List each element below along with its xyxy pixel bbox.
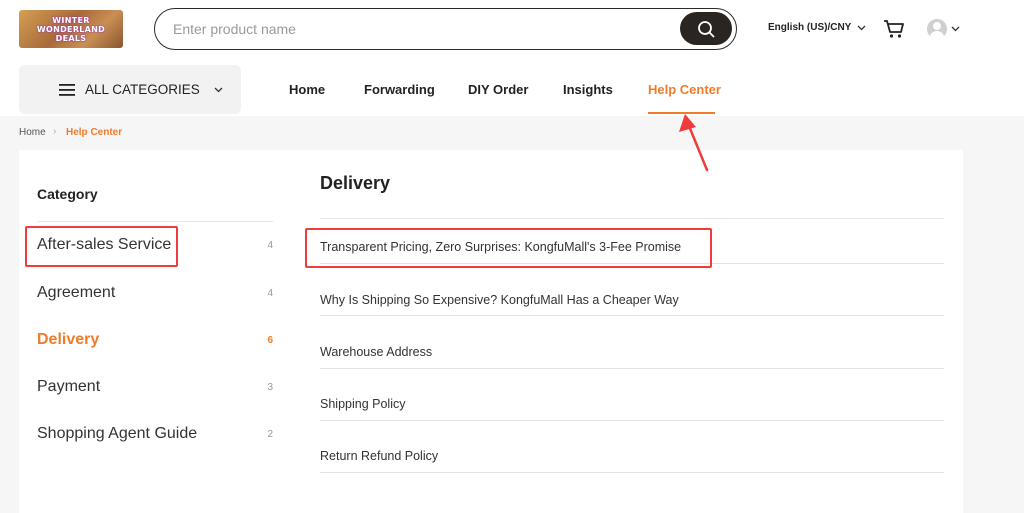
site-logo[interactable]: WINTER WONDERLAND DEALS bbox=[19, 10, 123, 48]
article-divider bbox=[320, 218, 944, 219]
article-divider bbox=[320, 315, 944, 316]
search-input[interactable] bbox=[173, 21, 736, 37]
article-divider bbox=[320, 420, 944, 421]
all-categories-label: ALL CATEGORIES bbox=[85, 82, 200, 97]
search-button[interactable] bbox=[680, 12, 732, 45]
category-item-after-sales-service[interactable]: After-sales Service bbox=[37, 236, 171, 254]
article-divider bbox=[320, 263, 944, 264]
category-count: 6 bbox=[267, 335, 273, 346]
breadcrumb-separator: › bbox=[53, 126, 57, 137]
language-selector[interactable]: English (US)/CNY bbox=[768, 22, 866, 33]
category-count: 2 bbox=[267, 429, 273, 440]
avatar-icon bbox=[927, 19, 947, 39]
chevron-down-icon bbox=[857, 25, 866, 30]
category-title: Category bbox=[37, 186, 98, 202]
category-item-payment[interactable]: Payment bbox=[37, 378, 100, 396]
article-link[interactable]: Shipping Policy bbox=[320, 397, 405, 411]
cart-icon[interactable] bbox=[883, 18, 905, 40]
category-item-agreement[interactable]: Agreement bbox=[37, 284, 115, 302]
category-item-shopping-agent-guide[interactable]: Shopping Agent Guide bbox=[37, 425, 197, 443]
annotation-arrow-icon bbox=[679, 114, 709, 172]
chevron-down-icon bbox=[951, 26, 960, 32]
article-link[interactable]: Why Is Shipping So Expensive? KongfuMall… bbox=[320, 293, 679, 307]
category-count: 3 bbox=[267, 382, 273, 393]
account-menu[interactable] bbox=[927, 19, 960, 39]
logo-text: WINTER WONDERLAND DEALS bbox=[36, 15, 106, 43]
nav-help-center[interactable]: Help Center bbox=[648, 82, 721, 97]
help-content-card bbox=[19, 150, 963, 513]
article-link[interactable]: Transparent Pricing, Zero Surprises: Kon… bbox=[320, 240, 681, 254]
hamburger-icon bbox=[59, 83, 75, 96]
language-label: English (US)/CNY bbox=[768, 22, 852, 33]
nav-insights[interactable]: Insights bbox=[563, 82, 613, 97]
nav-forwarding[interactable]: Forwarding bbox=[364, 82, 435, 97]
article-link[interactable]: Warehouse Address bbox=[320, 345, 432, 359]
section-title: Delivery bbox=[320, 173, 391, 193]
category-divider bbox=[37, 221, 273, 222]
nav-home[interactable]: Home bbox=[289, 82, 325, 97]
article-divider bbox=[320, 368, 944, 369]
article-link[interactable]: Return Refund Policy bbox=[320, 449, 438, 463]
category-count: 4 bbox=[267, 288, 273, 299]
search-icon bbox=[698, 20, 715, 37]
nav-diy-order[interactable]: DIY Order bbox=[468, 82, 528, 97]
search-bar bbox=[154, 8, 737, 50]
all-categories-button[interactable]: ALL CATEGORIES bbox=[19, 65, 241, 114]
category-count: 4 bbox=[267, 240, 273, 251]
chevron-down-icon bbox=[214, 87, 223, 92]
category-item-delivery[interactable]: Delivery bbox=[37, 331, 99, 349]
article-divider bbox=[320, 472, 944, 473]
breadcrumb-home[interactable]: Home bbox=[19, 127, 46, 138]
breadcrumb-current: Help Center bbox=[66, 127, 123, 138]
